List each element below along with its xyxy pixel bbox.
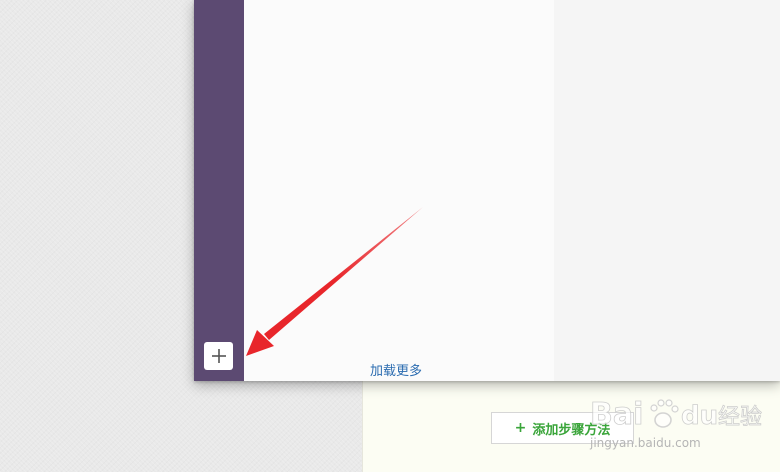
detail-pane [554,0,780,381]
load-more-link[interactable]: 加载更多 [370,360,422,379]
plus-icon [211,349,226,363]
plus-icon: + [514,420,527,436]
svg-text:du: du [681,401,718,431]
svg-text:经验: 经验 [718,405,762,430]
baidu-jingyan-watermark: Bai du 经验 jingyan.baidu.com [590,390,770,460]
left-sidebar-rail [194,0,244,381]
app-window: 加载更多 [194,0,780,381]
watermark-url: jingyan.baidu.com [590,436,701,450]
item-list-column: 加载更多 [244,0,554,381]
add-button[interactable] [204,342,233,370]
svg-text:Bai: Bai [590,397,643,432]
